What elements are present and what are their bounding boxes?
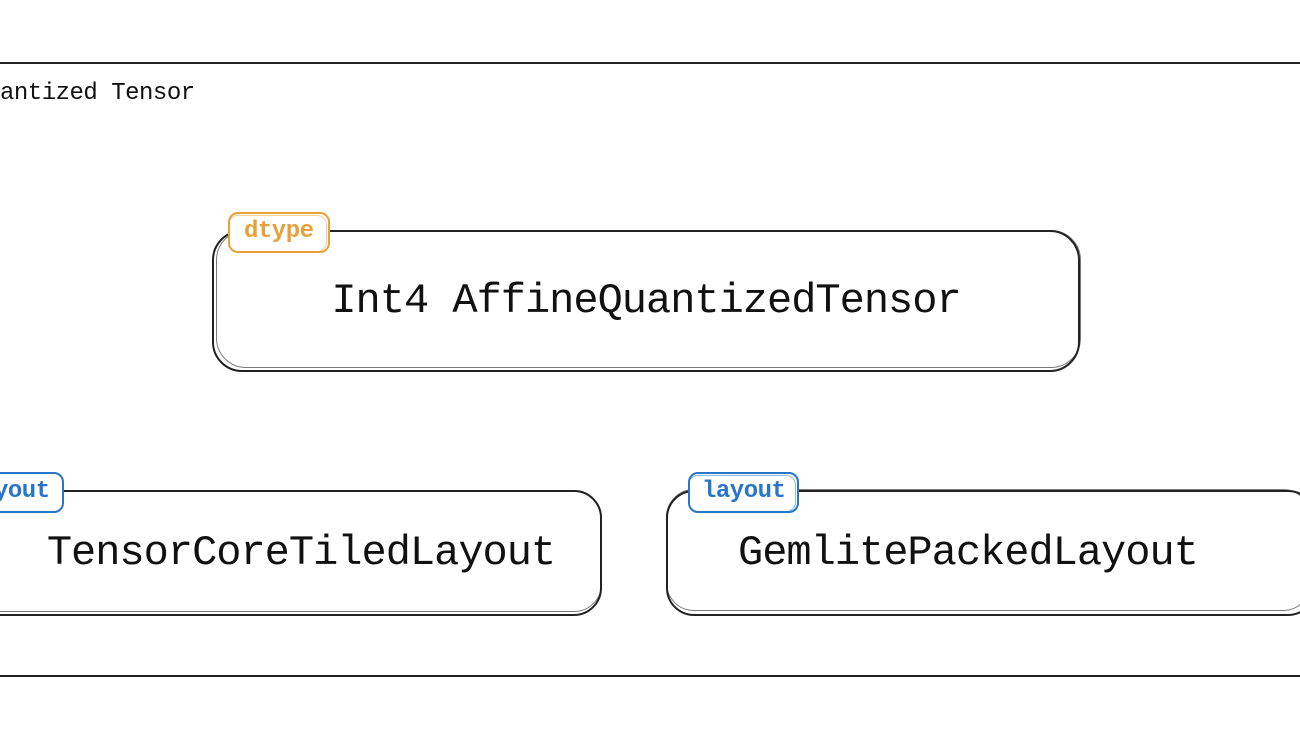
dtype-tag: dtype [228, 212, 330, 253]
layout-name-tensor-core: TensorCoreTiledLayout [47, 529, 555, 577]
main-tensor-name: Int4 AffineQuantizedTensor [331, 277, 960, 325]
layout-tag-right: layout [688, 472, 799, 513]
container-title: antized Tensor [0, 80, 195, 107]
layout-tag-left: yout [0, 472, 64, 513]
layout-name-gemlite: GemlitePackedLayout [738, 529, 1198, 577]
main-tensor-box: Int4 AffineQuantizedTensor [212, 230, 1080, 372]
layout-box-tensor-core: TensorCoreTiledLayout [0, 490, 602, 616]
